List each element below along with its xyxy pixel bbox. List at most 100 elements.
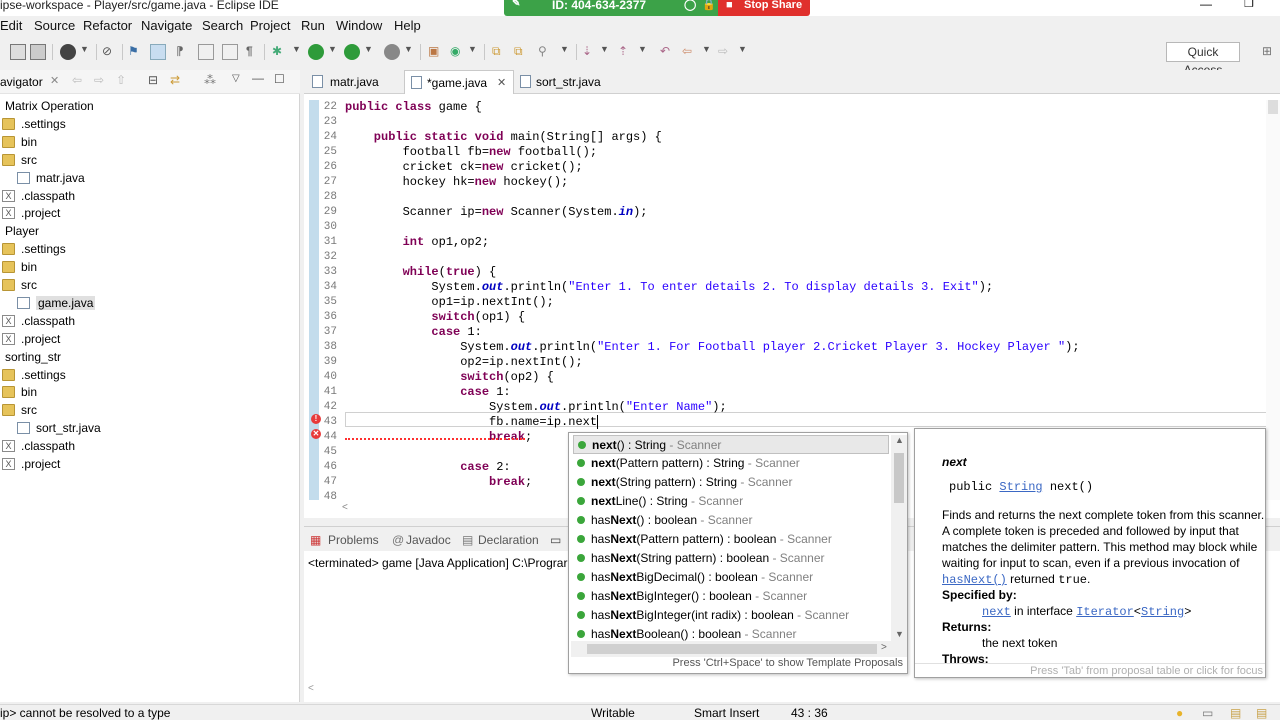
navigator-item[interactable]: .settings [0, 367, 300, 385]
highlight-icon[interactable] [150, 44, 166, 60]
debug-dropdown-icon[interactable]: ▼ [292, 44, 308, 60]
maximize-view-icon[interactable]: ☐ [274, 72, 285, 86]
menu-edit[interactable]: Edit [0, 18, 22, 33]
overview-ruler[interactable] [1266, 100, 1280, 500]
debug-icon[interactable]: ✱ [272, 44, 288, 60]
navigator-item[interactable]: X .project [0, 331, 300, 349]
navigator-item[interactable]: src [0, 277, 300, 295]
quick-access-field[interactable]: Quick Access [1166, 42, 1240, 77]
code-line-22[interactable]: public class game { [345, 100, 482, 114]
filter-icon[interactable]: ⁂ [204, 73, 216, 87]
proposal-item[interactable]: hasNext(String pattern) : boolean - Scan… [573, 549, 889, 568]
code-line-39[interactable]: op2=ip.nextInt(); [345, 355, 582, 369]
menu-window[interactable]: Window [336, 18, 382, 33]
new-package-icon[interactable]: ◉ [450, 44, 466, 60]
proposal-item[interactable]: next() : String - Scanner [573, 435, 889, 454]
collapse-all-icon[interactable]: ⊟ [148, 73, 158, 87]
code-line-27[interactable]: hockey hk=new hockey(); [345, 175, 569, 189]
code-line-35[interactable]: op1=ip.nextInt(); [345, 295, 553, 309]
menu-navigate[interactable]: Navigate [141, 18, 192, 33]
code-line-31[interactable]: int op1,op2; [345, 235, 489, 249]
code-line-34[interactable]: System.out.println("Enter 1. To enter de… [345, 280, 993, 294]
proposal-item[interactable]: next(String pattern) : String - Scanner [573, 473, 889, 492]
next-annotation-dropdown-icon[interactable]: ▼ [600, 44, 616, 60]
code-line-40[interactable]: switch(op2) { [345, 370, 554, 384]
folder-icon[interactable]: ▤ [1256, 706, 1267, 720]
lock-icon[interactable]: 🔒 [702, 0, 716, 11]
navigator-item[interactable]: X .classpath [0, 313, 300, 331]
proposal-item[interactable]: hasNextBigDecimal() : boolean - Scanner [573, 568, 889, 587]
code-line-37[interactable]: case 1: [345, 325, 481, 339]
back-nav-icon[interactable]: ⇦ [72, 73, 82, 87]
proposal-item[interactable]: hasNext() : boolean - Scanner [573, 511, 889, 530]
tab-game-java[interactable]: *game.java ✕ [404, 70, 514, 94]
notification-icon[interactable]: ▤ [1230, 706, 1241, 720]
tab-javadoc[interactable]: Javadoc [406, 533, 451, 547]
tab-sort-str-java[interactable]: sort_str.java [516, 70, 616, 94]
navigator-item[interactable]: bin [0, 134, 300, 152]
navigator-item[interactable]: matr.java [0, 170, 300, 188]
run-dropdown-icon[interactable]: ▼ [328, 44, 344, 60]
code-line-26[interactable]: cricket ck=new cricket(); [345, 160, 583, 174]
save-all-icon[interactable] [30, 44, 46, 60]
code-line-36[interactable]: switch(op1) { [345, 310, 525, 324]
pause-icon[interactable]: ◯ [684, 0, 696, 11]
proposal-vertical-scrollbar[interactable]: ▲ ▼ [891, 435, 907, 641]
error-marker-icon[interactable]: ✕ [311, 429, 321, 439]
console-icon[interactable]: ▭ [550, 533, 561, 547]
block-select-icon[interactable] [198, 44, 214, 60]
warning-marker-icon[interactable]: ! [311, 414, 321, 424]
code-line-43[interactable]: fb.name=ip.next [345, 415, 599, 429]
proposal-horizontal-scrollbar[interactable]: > [571, 641, 907, 657]
close-tab-icon[interactable]: ✕ [497, 76, 506, 89]
code-line-46[interactable]: case 2: [345, 460, 510, 474]
prev-annotation-icon[interactable]: ⇡ [618, 44, 634, 60]
navigator-item[interactable]: game.java [0, 295, 300, 313]
menu-source[interactable]: Source [34, 18, 75, 33]
coverage-icon[interactable] [344, 44, 360, 60]
menu-project[interactable]: Project [250, 18, 290, 33]
code-line-42[interactable]: System.out.println("Enter Name"); [345, 400, 727, 414]
dropdown-icon[interactable]: ▼ [80, 44, 96, 60]
open-perspective-icon[interactable]: ⊞ [1262, 44, 1278, 60]
new-java-project-icon[interactable]: ▣ [428, 44, 444, 60]
navigator-item[interactable]: X .classpath [0, 438, 300, 456]
run-icon[interactable] [308, 44, 324, 60]
external-dropdown-icon[interactable]: ▼ [404, 44, 420, 60]
link-editor-icon[interactable]: ⇄ [170, 73, 180, 87]
tab-problems[interactable]: Problems [328, 533, 379, 547]
navigator-item[interactable]: X .classpath [0, 188, 300, 206]
navigator-item[interactable]: X .project [0, 456, 300, 474]
navigator-item[interactable]: sorting_str [0, 349, 300, 367]
back-icon[interactable]: ⇦ [682, 44, 698, 60]
tip-icon[interactable]: ● [1176, 706, 1183, 720]
search-icon[interactable]: ⚲ [538, 44, 554, 60]
navigator-item[interactable]: src [0, 402, 300, 420]
close-icon[interactable]: ✕ [50, 74, 59, 87]
code-line-47[interactable]: break; [345, 475, 532, 489]
word-wrap-icon[interactable] [222, 44, 238, 60]
toggle-mark-icon[interactable]: ⚑ [128, 44, 144, 60]
new-class-dropdown-icon[interactable]: ▼ [468, 44, 484, 60]
code-line-41[interactable]: case 1: [345, 385, 510, 399]
navigator-item[interactable]: src [0, 152, 300, 170]
paragraph-icon[interactable]: ¶ [246, 44, 262, 60]
restore-icon[interactable]: ❐ [1244, 0, 1254, 10]
coverage-dropdown-icon[interactable]: ▼ [364, 44, 380, 60]
menu-help[interactable]: Help [394, 18, 421, 33]
up-icon[interactable]: ⇧ [116, 73, 126, 87]
prev-annotation-dropdown-icon[interactable]: ▼ [638, 44, 654, 60]
navigator-item[interactable]: .settings [0, 116, 300, 134]
code-line-33[interactable]: while(true) { [345, 265, 497, 279]
stop-share-button[interactable]: ■ Stop Share [718, 0, 810, 16]
external-tools-icon[interactable] [384, 44, 400, 60]
code-line-38[interactable]: System.out.println("Enter 1. For Footbal… [345, 340, 1079, 354]
code-line-25[interactable]: football fb=new football(); [345, 145, 597, 159]
navigator-item[interactable]: sort_str.java [0, 420, 300, 438]
back-dropdown-icon[interactable]: ▼ [702, 44, 718, 60]
new-icon[interactable] [10, 44, 26, 60]
tab-matr-java[interactable]: matr.java [306, 70, 402, 94]
skip-breakpoints-icon[interactable]: ⊘ [102, 44, 118, 60]
navigator-item[interactable]: .settings [0, 241, 300, 259]
view-menu-icon[interactable]: ▽ [232, 73, 240, 84]
